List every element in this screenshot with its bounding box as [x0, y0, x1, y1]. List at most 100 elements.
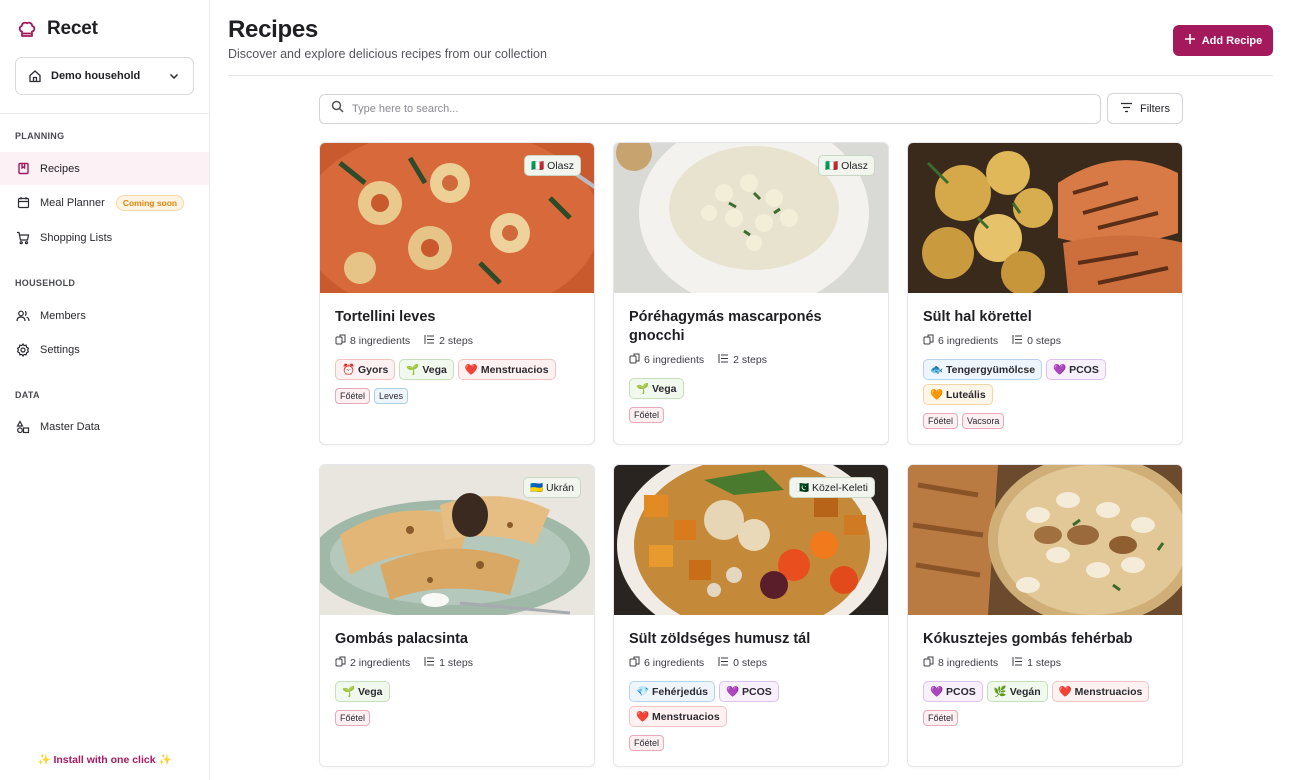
sidebar-item-settings[interactable]: Settings	[0, 333, 209, 366]
cuisine-badge: 🇮🇹 Olasz	[818, 155, 875, 176]
sidebar-item-label: Members	[40, 309, 86, 322]
recipe-image-crepes: 🇺🇦 Ukrán	[320, 465, 594, 615]
add-recipe-label: Add Recipe	[1201, 34, 1263, 47]
category: Főétel	[923, 710, 959, 726]
category-list: Főétel Leves	[335, 388, 579, 404]
filters-button[interactable]: Filters	[1107, 93, 1183, 124]
category-list: Főétel	[923, 710, 1167, 726]
tag: 💜 PCOS	[719, 681, 779, 702]
tag: ❤️ Menstruacios	[457, 359, 556, 380]
ingredients-icon	[923, 334, 934, 348]
tag-list: 🐟 Tengergyümölcse 💜 PCOS 🧡 Luteális	[923, 359, 1167, 405]
recipe-meta: 8 ingredients 1 steps	[923, 656, 1167, 670]
recipe-image-soup: 🇮🇹 Olasz	[320, 143, 594, 293]
steps-count: 1 steps	[1027, 657, 1061, 669]
tag: ❤️ Menstruacios	[629, 706, 727, 727]
ingredients-count: 8 ingredients	[938, 657, 999, 669]
section-title-data: DATA	[15, 390, 40, 400]
steps-icon	[718, 353, 729, 367]
steps-count: 2 steps	[439, 335, 473, 347]
cuisine-badge: 🇺🇦 Ukrán	[523, 477, 581, 498]
recipe-title: Sült hal körettel	[923, 309, 1032, 325]
steps-icon	[424, 334, 435, 348]
search-bar	[319, 94, 1101, 124]
filter-icon	[1120, 102, 1133, 116]
tag: 🐟 Tengergyümölcse	[923, 359, 1043, 380]
cart-icon	[16, 231, 30, 245]
ingredients-icon	[335, 334, 346, 348]
steps-icon	[424, 656, 435, 670]
sidebar-item-label: Master Data	[40, 420, 100, 433]
recipe-title: Sült zöldséges humusz tál	[629, 631, 811, 647]
recipe-card[interactable]: Sült hal körettel 6 ingredients 0 steps …	[907, 142, 1183, 445]
cuisine-label: 🇵🇰 Közel-Keleti	[795, 482, 868, 494]
ingredients-icon	[629, 353, 640, 367]
recipe-image-beans	[908, 465, 1182, 615]
tag: 💜 PCOS	[1046, 359, 1106, 380]
cuisine-label: 🇺🇦 Ukrán	[530, 482, 574, 494]
add-recipe-button[interactable]: Add Recipe	[1173, 25, 1273, 56]
steps-icon	[1012, 656, 1023, 670]
category-list: Főétel	[629, 735, 873, 751]
household-name: Demo household	[51, 70, 141, 82]
category: Főétel	[629, 407, 665, 423]
sidebar-item-members[interactable]: Members	[0, 299, 209, 332]
chef-hat-icon	[16, 18, 38, 40]
sidebar-item-master-data[interactable]: Master Data	[0, 410, 209, 443]
steps-icon	[1012, 334, 1023, 348]
tag: 🧡 Luteális	[923, 384, 993, 405]
recipe-meta: 2 ingredients 1 steps	[335, 656, 579, 670]
sidebar-item-label: Settings	[40, 343, 80, 356]
recipe-card[interactable]: 🇮🇹 Olasz Póréhagymás mascarponés gnocchi…	[613, 142, 889, 445]
section-title-household: HOUSEHOLD	[15, 278, 76, 288]
tag: 🌿 Vegán	[986, 681, 1048, 702]
ingredients-count: 6 ingredients	[938, 335, 999, 347]
recipe-card[interactable]: 🇺🇦 Ukrán Gombás palacsinta 2 ingredients…	[319, 464, 595, 767]
recipe-card[interactable]: Kókusztejes gombás fehérbab 8 ingredient…	[907, 464, 1183, 767]
recipe-image-gnocchi: 🇮🇹 Olasz	[614, 143, 888, 293]
sidebar-item-label: Shopping Lists	[40, 231, 113, 244]
tag: 🌱 Vega	[629, 378, 684, 399]
sidebar-item-meal-planner[interactable]: Meal Planner Coming soon	[0, 186, 209, 219]
recipe-meta: 6 ingredients 0 steps	[923, 334, 1167, 348]
ingredients-icon	[335, 656, 346, 670]
ingredients-icon	[923, 656, 934, 670]
household-selector[interactable]: Demo household	[15, 57, 194, 95]
app-name: Recet	[47, 18, 98, 39]
category: Vacsora	[962, 413, 1005, 429]
recipe-card[interactable]: 🇵🇰 Közel-Keleti Sült zöldséges humusz tá…	[613, 464, 889, 767]
filters-label: Filters	[1140, 102, 1170, 115]
sidebar-item-label: Meal Planner	[40, 196, 105, 209]
ingredients-count: 6 ingredients	[644, 657, 705, 669]
cuisine-label: 🇮🇹 Olasz	[531, 160, 574, 172]
search-icon	[331, 100, 344, 118]
steps-count: 0 steps	[1027, 335, 1061, 347]
tag: 💎 Fehérjedús	[629, 681, 716, 702]
category-list: Főétel	[335, 710, 579, 726]
home-icon	[28, 69, 42, 83]
tag-list: 🌱 Vega	[335, 681, 579, 702]
recipe-image-fish	[908, 143, 1182, 293]
category: Főétel	[629, 735, 665, 751]
sidebar-item-recipes[interactable]: Recipes	[0, 152, 209, 185]
tag-list: 🌱 Vega	[629, 378, 873, 399]
install-link[interactable]: ✨ Install with one click ✨	[0, 753, 209, 766]
sidebar-item-shopping-lists[interactable]: Shopping Lists	[0, 221, 209, 254]
steps-count: 0 steps	[733, 657, 767, 669]
calendar-icon	[16, 196, 30, 210]
recipe-meta: 6 ingredients 0 steps	[629, 656, 873, 670]
steps-count: 1 steps	[439, 657, 473, 669]
brand[interactable]: Recet	[16, 18, 98, 40]
cuisine-badge: 🇵🇰 Közel-Keleti	[788, 477, 875, 498]
sidebar-divider	[0, 113, 209, 114]
search-input[interactable]	[352, 103, 1052, 115]
tag: 🌱 Vega	[399, 359, 454, 380]
cuisine-label: 🇮🇹 Olasz	[825, 160, 868, 172]
ingredients-count: 8 ingredients	[350, 335, 411, 347]
tag-list: ⏰ Gyors 🌱 Vega ❤️ Menstruacios	[335, 359, 579, 380]
sidebar-item-label: Recipes	[40, 162, 80, 175]
category-list: Főétel Vacsora	[923, 413, 1167, 429]
recipe-card[interactable]: 🇮🇹 Olasz Tortellini leves 8 ingredients …	[319, 142, 595, 445]
recipe-title: Gombás palacsinta	[335, 631, 468, 647]
category: Főétel	[335, 710, 371, 726]
